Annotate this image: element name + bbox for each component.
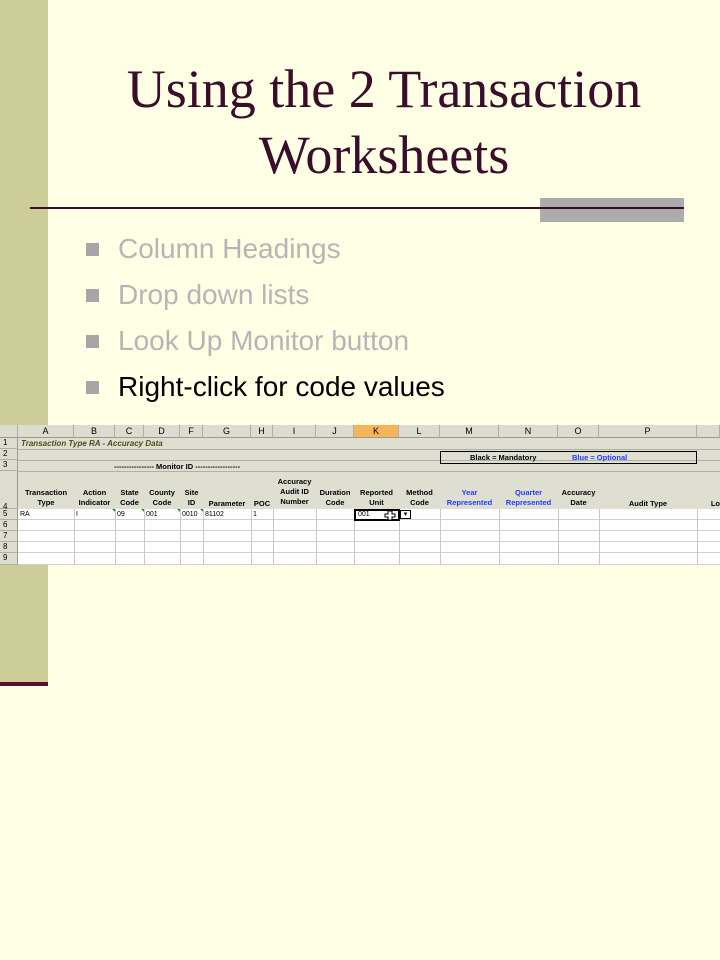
- heading-transaction-type: Transaction Type: [24, 488, 68, 507]
- bullet-label: Drop down lists: [118, 279, 310, 310]
- square-bullet-icon: [86, 335, 99, 348]
- slide-title-line1: Using the 2 Transaction: [126, 59, 642, 119]
- comment-indicator-icon: [141, 509, 144, 512]
- column-header-c[interactable]: C: [115, 425, 144, 438]
- table-row: [18, 531, 720, 542]
- heading-site-id: Site ID: [184, 488, 199, 507]
- grid-line: [697, 509, 698, 565]
- slide-sidebar-bar: [0, 0, 48, 682]
- spreadsheet-screenshot: A B C D F G H I J K L M N O P 1 2 3 4 5 …: [0, 425, 720, 565]
- row-number[interactable]: 6: [0, 520, 18, 531]
- column-header-k[interactable]: K: [354, 425, 399, 438]
- slide-title: Using the 2 Transaction Worksheets: [48, 56, 720, 188]
- heading-location-truncated: Lo: [710, 499, 720, 508]
- sheet-title: Transaction Type RA - Accuracy Data: [21, 439, 163, 448]
- row-number[interactable]: 9: [0, 553, 18, 565]
- column-header-l[interactable]: L: [399, 425, 440, 438]
- grid-line: [273, 509, 274, 565]
- row-number[interactable]: 2: [0, 449, 18, 460]
- title-divider-accent: [540, 198, 684, 222]
- grid-line: [558, 509, 559, 565]
- heading-state-code: State Code: [120, 488, 139, 507]
- row-number[interactable]: 4: [0, 471, 18, 511]
- slide-sidebar-cap: [0, 682, 48, 686]
- column-header-j[interactable]: J: [316, 425, 354, 438]
- dropdown-arrow-button[interactable]: ▾: [400, 510, 411, 519]
- cell-b5[interactable]: I: [74, 510, 115, 520]
- square-bullet-icon: [86, 289, 99, 302]
- bullet-item: Look Up Monitor button: [86, 318, 445, 364]
- grid-line: [316, 509, 317, 565]
- row-number[interactable]: 5: [0, 509, 18, 520]
- cell-h5[interactable]: 1: [251, 510, 273, 520]
- table-row: [18, 520, 720, 531]
- heading-parameter: Parameter: [208, 499, 246, 508]
- table-row: [18, 553, 720, 565]
- bullet-label: Column Headings: [118, 233, 341, 264]
- bullet-item: Right-click for code values: [86, 364, 445, 410]
- cell-c5[interactable]: 09: [115, 510, 144, 520]
- column-header-h[interactable]: H: [251, 425, 273, 438]
- row-divider: [18, 449, 720, 450]
- row-number[interactable]: 7: [0, 531, 18, 542]
- grid-line: [440, 509, 441, 565]
- legend-optional: Blue = Optional: [572, 453, 628, 462]
- comment-indicator-icon: [200, 509, 203, 512]
- heading-method-code: Method Code: [406, 488, 433, 507]
- heading-reported-unit: Reported Unit: [360, 488, 393, 507]
- bullet-label: Look Up Monitor button: [118, 325, 410, 356]
- column-header-a[interactable]: A: [18, 425, 74, 438]
- move-cursor-icon: [384, 510, 396, 521]
- column-header-g[interactable]: G: [203, 425, 251, 438]
- bullet-item: Drop down lists: [86, 272, 445, 318]
- heading-action-indicator: Action Indicator: [78, 488, 111, 507]
- square-bullet-icon: [86, 381, 99, 394]
- bullet-list: Column Headings Drop down lists Look Up …: [86, 226, 445, 410]
- cell-a5[interactable]: RA: [18, 510, 74, 520]
- row-number[interactable]: 1: [0, 438, 18, 449]
- monitor-id-label: ---------------- Monitor ID ------------…: [114, 462, 241, 471]
- comment-indicator-icon: [112, 509, 115, 512]
- cell-g5[interactable]: 81102: [203, 510, 251, 520]
- column-header-q[interactable]: [697, 425, 720, 438]
- column-header-m[interactable]: M: [440, 425, 499, 438]
- row-number[interactable]: 3: [0, 460, 18, 471]
- grid-line: [499, 509, 500, 565]
- column-header-b[interactable]: B: [74, 425, 115, 438]
- column-header-o[interactable]: O: [558, 425, 599, 438]
- column-header-i[interactable]: I: [273, 425, 316, 438]
- heading-county-code: County Code: [149, 488, 175, 507]
- heading-quarter-represented: Quarter Represented: [505, 488, 552, 507]
- bullet-label: Right-click for code values: [118, 371, 445, 402]
- row-number[interactable]: 8: [0, 542, 18, 553]
- column-header-n[interactable]: N: [499, 425, 558, 438]
- table-row: [18, 542, 720, 553]
- heading-year-represented: Year Represented: [446, 488, 493, 507]
- cell-d5[interactable]: 001: [144, 510, 180, 520]
- column-header-d[interactable]: D: [144, 425, 180, 438]
- heading-poc: POC: [253, 499, 271, 508]
- heading-accuracy-date: Accuracy Date: [561, 488, 596, 507]
- comment-indicator-icon: [177, 509, 180, 512]
- select-all-corner[interactable]: [0, 425, 18, 438]
- heading-duration-code: Duration Code: [319, 488, 351, 507]
- grid-line: [599, 509, 600, 565]
- bullet-item: Column Headings: [86, 226, 445, 272]
- square-bullet-icon: [86, 243, 99, 256]
- column-header-f[interactable]: F: [180, 425, 203, 438]
- heading-audit-type: Audit Type: [628, 499, 668, 508]
- column-header-p[interactable]: P: [599, 425, 697, 438]
- slide-title-line2: Worksheets: [258, 125, 510, 185]
- legend-mandatory: Black = Mandatory: [470, 453, 537, 462]
- heading-accuracy-audit-id: Accuracy Audit ID Number: [277, 477, 312, 506]
- row-divider: [18, 471, 720, 472]
